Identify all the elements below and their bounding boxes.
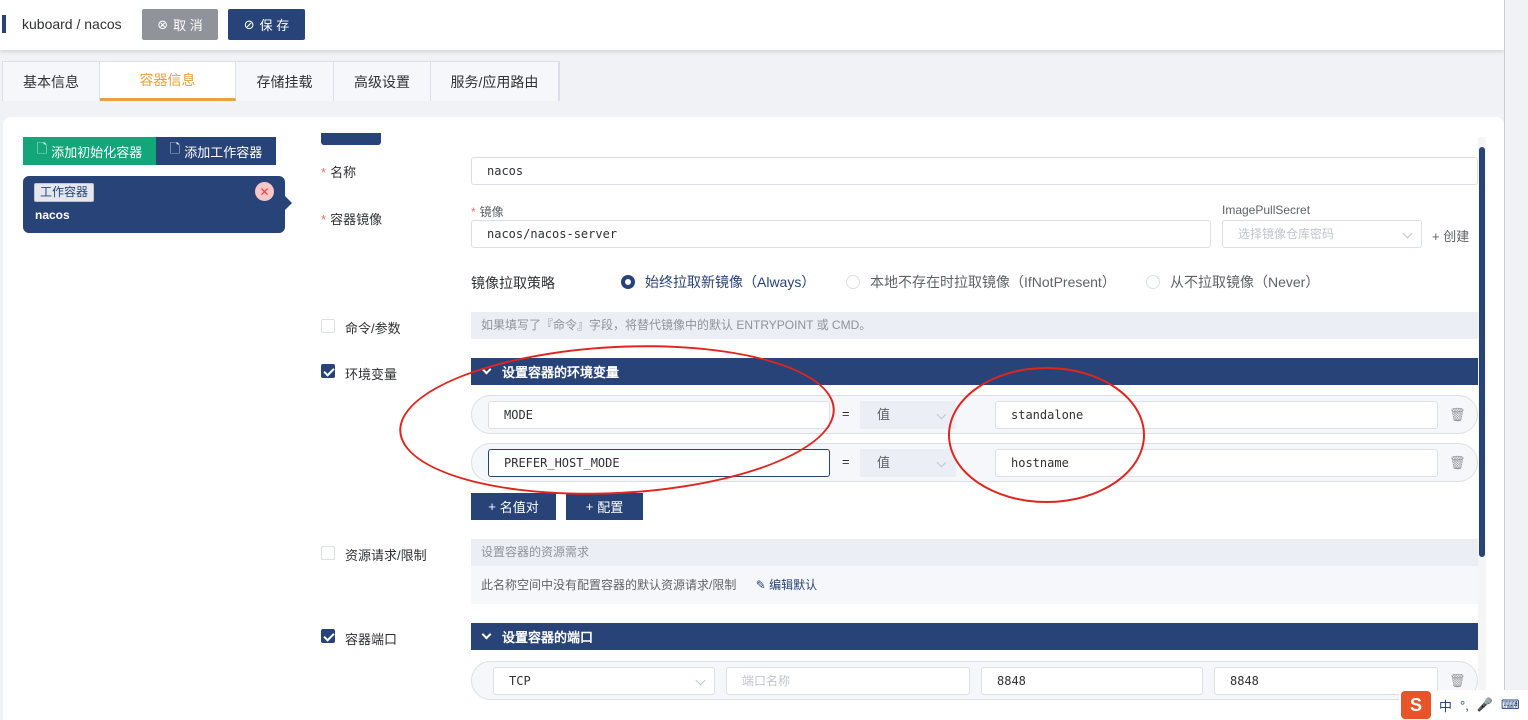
close-icon[interactable]: ✕	[255, 182, 274, 201]
resource-note: 此名称空间中没有配置容器的默认资源请求/限制	[481, 578, 737, 592]
create-secret-link[interactable]: + 创建	[1432, 226, 1469, 245]
protocol-select[interactable]: TCP	[493, 667, 715, 695]
env-section-title: 设置容器的环境变量	[502, 365, 620, 380]
tab-advanced-settings[interactable]: 高级设置	[334, 62, 431, 101]
port-name-input[interactable]: 端口名称	[726, 667, 970, 695]
env-value-input[interactable]: hostname	[995, 449, 1438, 477]
ports-label: 容器端口	[345, 632, 398, 647]
add-kv-button[interactable]: + 名值对	[471, 493, 556, 520]
command-label: 命令/参数	[345, 321, 401, 336]
image-input[interactable]: nacos/nacos-server	[471, 220, 1211, 248]
resource-box: 此名称空间中没有配置容器的默认资源请求/限制 ✎ 编辑默认	[471, 566, 1478, 604]
env-type-select[interactable]: 值	[860, 449, 956, 477]
tab-service-routing[interactable]: 服务/应用路由	[431, 62, 559, 101]
page-title: kuboard / nacos	[22, 16, 122, 32]
punctuation-icon[interactable]: °,	[1460, 698, 1469, 713]
tab-storage-mount[interactable]: 存储挂载	[236, 62, 334, 101]
add-work-label: 添加工作容器	[184, 144, 263, 160]
secret-sublabel: ImagePullSecret	[1222, 203, 1311, 217]
pull-policy-label: 镜像拉取策略	[471, 275, 555, 291]
keyboard-icon[interactable]: ⌨	[1501, 697, 1520, 713]
trash-icon[interactable]: 🗑	[1449, 455, 1466, 471]
container-name: nacos	[35, 208, 70, 222]
chevron-down-icon	[936, 409, 947, 420]
chevron-down-icon	[481, 364, 492, 375]
trash-icon[interactable]: 🗑	[1449, 407, 1466, 423]
form-scrollbar[interactable]	[1478, 137, 1486, 720]
cancel-icon: ⊗	[157, 16, 169, 32]
name-input[interactable]: nacos	[471, 157, 1478, 185]
image-pull-secret-select[interactable]: 选择镜像仓库密码	[1222, 220, 1422, 248]
container-item[interactable]: 工作容器 nacos	[23, 176, 292, 233]
file-add-icon: 🗋	[36, 141, 48, 156]
plus-icon: +	[488, 499, 496, 514]
plus-icon: +	[585, 499, 594, 514]
cancel-label: 取 消	[173, 18, 203, 33]
scrollbar-thumb[interactable]	[1479, 147, 1485, 557]
ports-checkbox[interactable]	[321, 629, 335, 643]
add-config-button[interactable]: + 配置	[566, 493, 643, 520]
ports-section-title: 设置容器的端口	[502, 630, 594, 645]
microphone-icon[interactable]: 🎤	[1477, 697, 1493, 713]
command-checkbox[interactable]	[321, 319, 335, 333]
env-checkbox[interactable]	[321, 364, 335, 378]
top-header: kuboard / nacos ⊗ 取 消 ⊘ 保 存	[0, 0, 1504, 50]
env-type-select[interactable]: 值	[860, 401, 956, 429]
port-row: TCP 端口名称 8848 8848 🗑	[471, 661, 1478, 700]
save-button[interactable]: ⊘ 保 存	[228, 9, 305, 40]
add-init-container-button[interactable]: 🗋 添加初始化容器	[23, 137, 156, 165]
chevron-down-icon	[1402, 228, 1413, 239]
chevron-down-icon	[936, 457, 947, 468]
container-port-input[interactable]: 8848	[981, 667, 1203, 695]
add-init-label: 添加初始化容器	[51, 144, 143, 160]
sogou-logo-icon: S	[1401, 691, 1431, 719]
equals-sign: =	[842, 406, 850, 421]
radio-if-not-present[interactable]: 本地不存在时拉取镜像（IfNotPresent）	[846, 272, 1116, 292]
equals-sign: =	[842, 454, 850, 469]
edit-default-link[interactable]: ✎ 编辑默认	[756, 578, 817, 592]
check-circle-icon: ⊘	[243, 16, 255, 32]
env-row: PREFER_HOST_MODE = 值 hostname 🗑	[471, 443, 1478, 482]
file-add-icon: 🗋	[169, 141, 181, 156]
resource-hint: 设置容器的资源需求	[471, 539, 1478, 566]
env-row: MODE = 值 standalone 🗑	[471, 395, 1478, 434]
edit-icon: ✎	[755, 578, 766, 592]
chevron-down-icon	[481, 629, 492, 640]
save-label: 保 存	[259, 18, 290, 33]
name-label: * 名称	[321, 165, 357, 180]
trash-icon[interactable]: 🗑	[1449, 673, 1466, 689]
resource-checkbox[interactable]	[321, 546, 335, 560]
ports-section-header[interactable]: 设置容器的端口	[471, 623, 1478, 650]
radio-never[interactable]: 从不拉取镜像（Never）	[1146, 272, 1319, 292]
chevron-down-icon	[695, 675, 706, 686]
ime-toolbar[interactable]: S 中 °, 🎤 ⌨	[1399, 690, 1528, 720]
container-type-tag: 工作容器	[34, 183, 95, 202]
env-value-input[interactable]: standalone	[995, 401, 1438, 429]
image-label: * 容器镜像	[321, 212, 383, 227]
env-section-header[interactable]: 设置容器的环境变量	[471, 358, 1478, 385]
env-label: 环境变量	[345, 367, 398, 382]
cancel-button[interactable]: ⊗ 取 消	[142, 9, 218, 40]
tab-basic-info[interactable]: 基本信息	[3, 62, 100, 101]
env-name-input[interactable]: PREFER_HOST_MODE	[488, 449, 830, 477]
resource-label: 资源请求/限制	[345, 548, 427, 563]
container-header-tag	[321, 133, 381, 145]
tab-bar: 基本信息 容器信息 存储挂载 高级设置 服务/应用路由	[2, 61, 560, 101]
header-accent	[2, 15, 6, 33]
ime-mode[interactable]: 中	[1439, 696, 1452, 715]
image-sublabel: * 镜像	[471, 205, 504, 219]
add-work-container-button[interactable]: 🗋 添加工作容器	[156, 137, 276, 165]
secret-placeholder: 选择镜像仓库密码	[1238, 227, 1335, 241]
env-name-input[interactable]: MODE	[488, 401, 830, 429]
radio-always[interactable]: 始终拉取新镜像（Always）	[621, 272, 815, 292]
tab-container-info[interactable]: 容器信息	[100, 62, 236, 101]
page-scrollbar[interactable]	[1504, 0, 1528, 720]
command-hint: 如果填写了『命令』字段，将替代镜像中的默认 ENTRYPOINT 或 CMD。	[471, 312, 1478, 339]
